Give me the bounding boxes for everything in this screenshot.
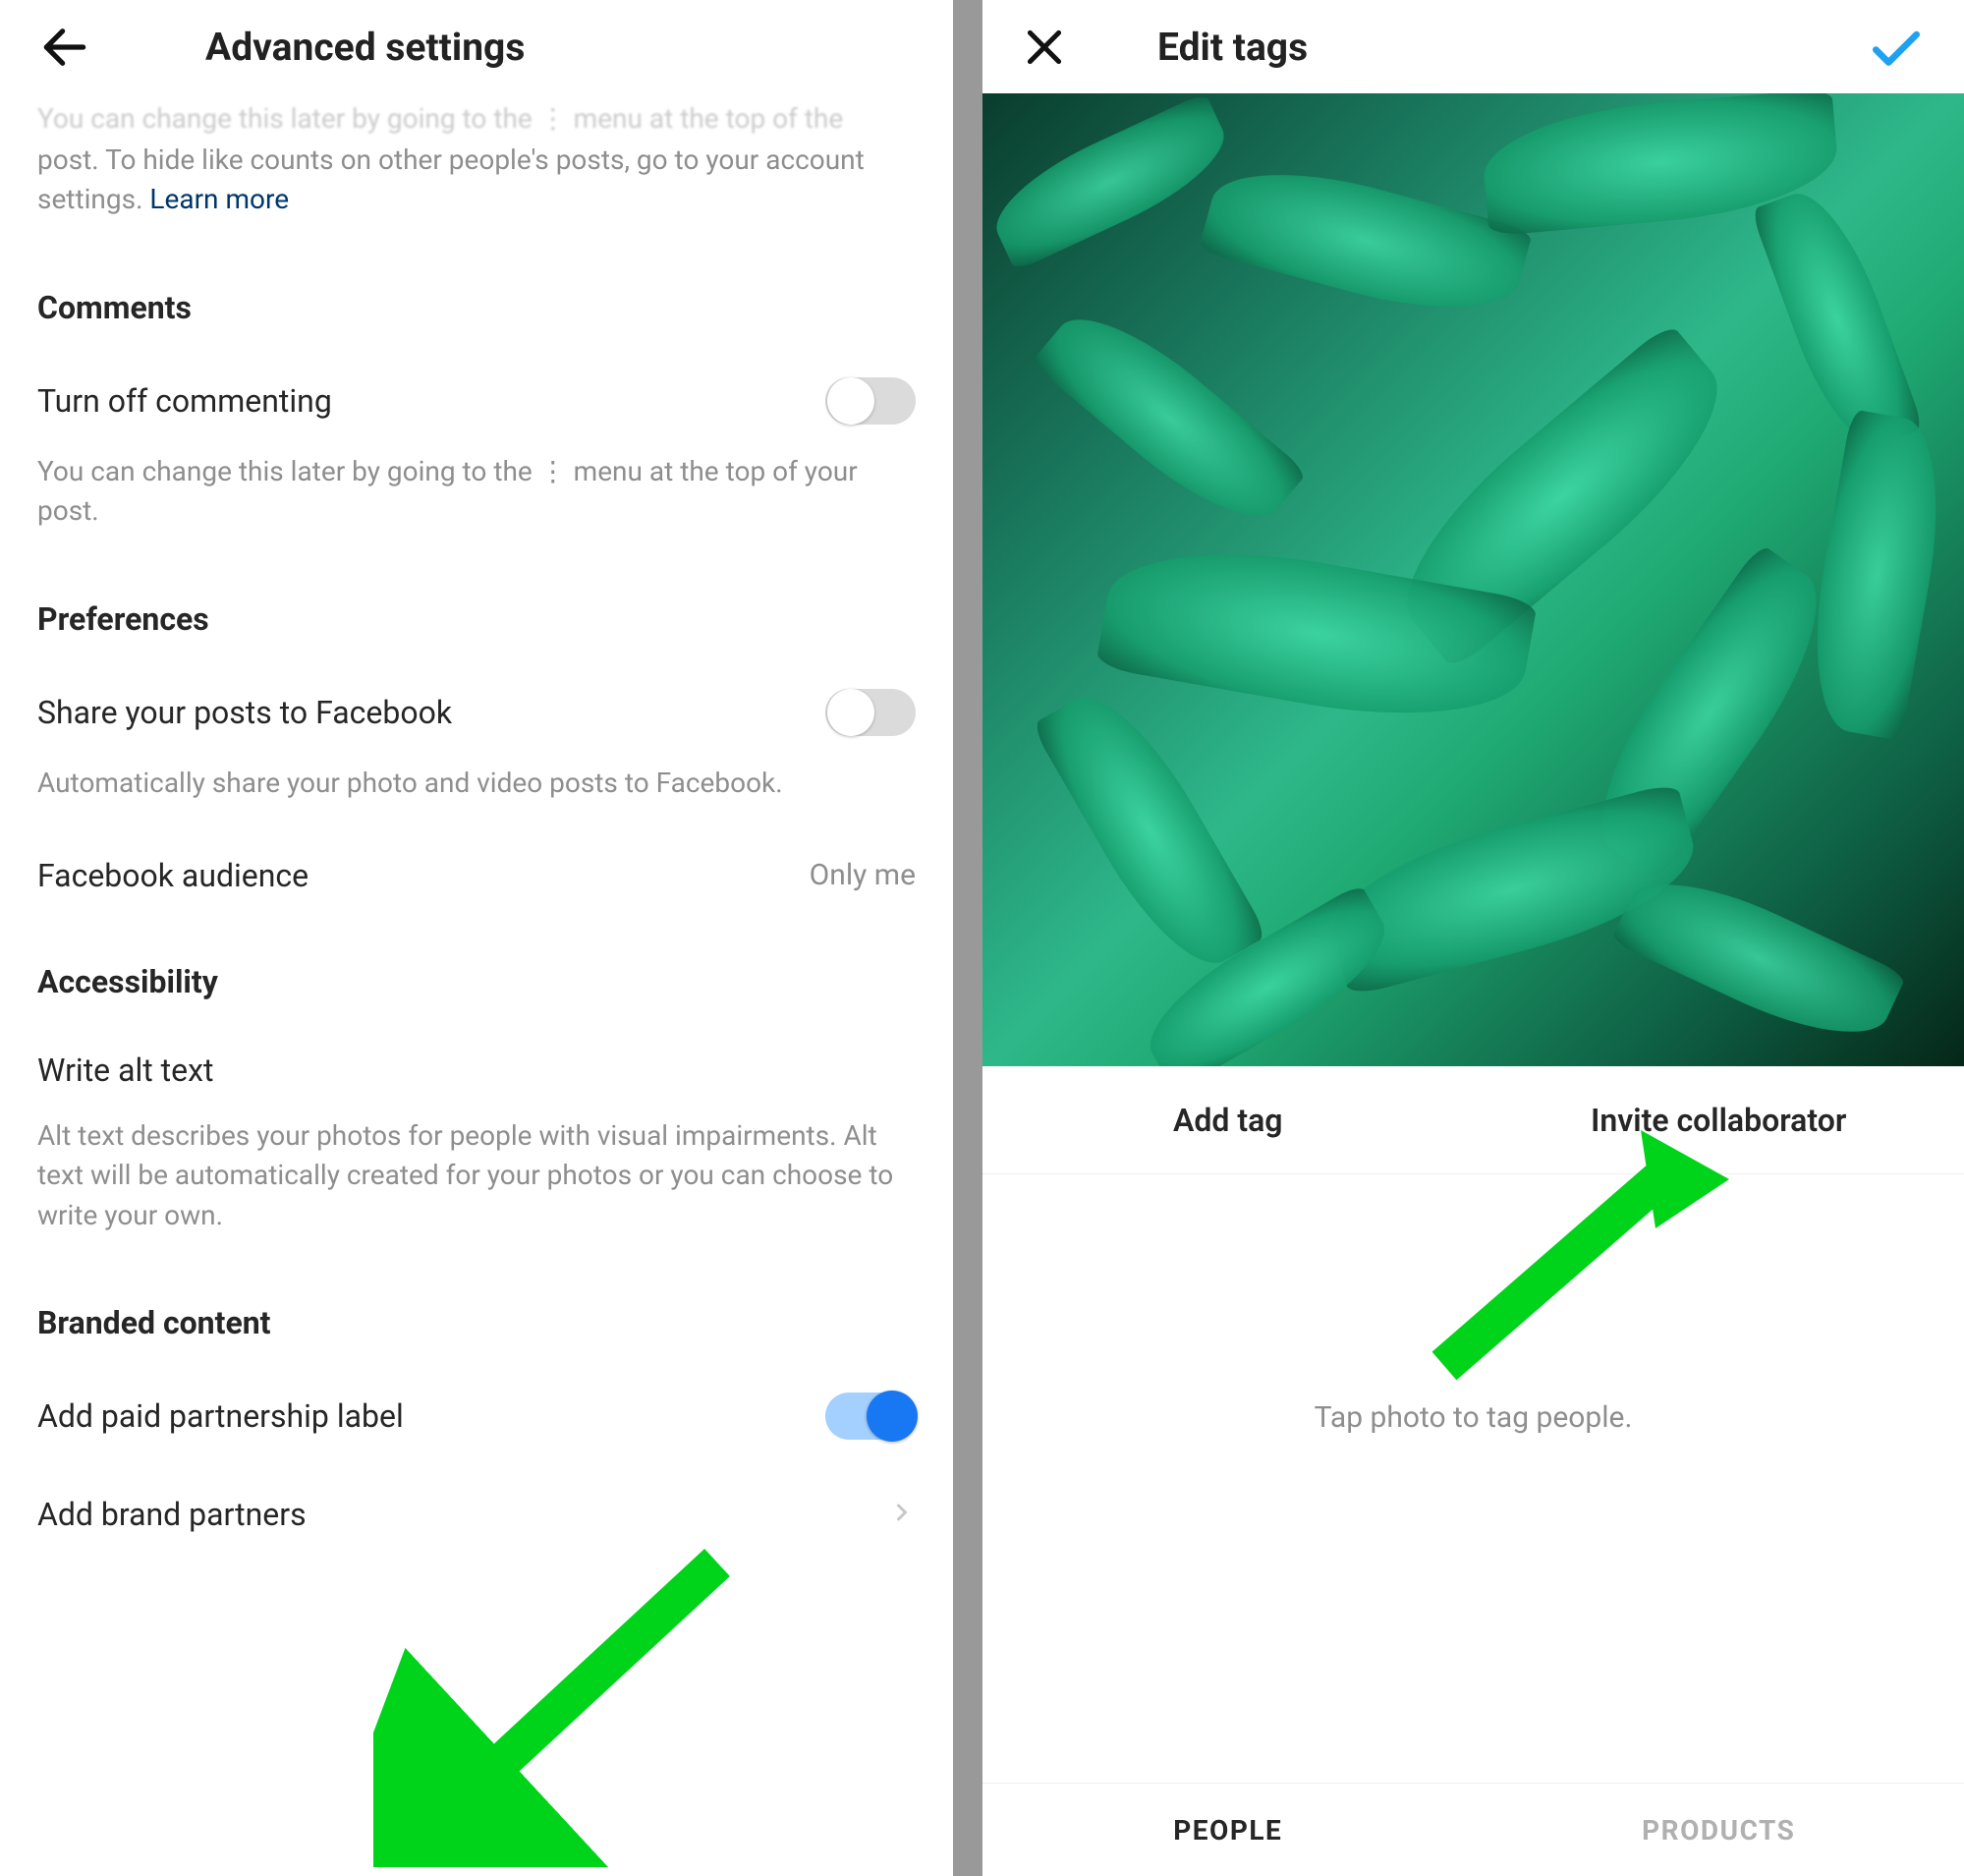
invite-collaborator-button[interactable]: Invite collaborator	[1474, 1066, 1964, 1173]
tab-products[interactable]: PRODUCTS	[1474, 1784, 1964, 1876]
facebook-audience-label: Facebook audience	[37, 857, 309, 894]
turn-off-commenting-row: Turn off commenting	[37, 377, 916, 425]
post-photo[interactable]	[982, 93, 1964, 1066]
section-preferences: Preferences	[37, 600, 916, 638]
add-brand-partners-label: Add brand partners	[37, 1496, 307, 1533]
paid-partnership-label: Add paid partnership label	[37, 1397, 404, 1435]
share-to-facebook-help: Automatically share your photo and video…	[37, 764, 916, 804]
chevron-right-icon	[888, 1491, 916, 1538]
share-to-facebook-toggle[interactable]	[825, 689, 916, 736]
back-button[interactable]	[37, 20, 92, 75]
annotation-arrow-left	[373, 1533, 747, 1867]
tab-people[interactable]: PEOPLE	[982, 1784, 1474, 1876]
turn-off-commenting-toggle[interactable]	[825, 377, 916, 425]
share-to-facebook-row: Share your posts to Facebook	[37, 689, 916, 736]
close-button[interactable]	[1020, 23, 1069, 72]
facebook-audience-row[interactable]: Facebook audience Only me	[37, 857, 916, 894]
commenting-help-text: You can change this later by going to th…	[37, 452, 916, 532]
share-to-facebook-label: Share your posts to Facebook	[37, 694, 452, 731]
section-accessibility: Accessibility	[37, 963, 916, 1000]
paid-partnership-row: Add paid partnership label	[37, 1393, 916, 1440]
add-tag-button[interactable]: Add tag	[982, 1066, 1474, 1173]
edit-tags-panel: Edit tags Add tag Invite collaborator Ta…	[982, 0, 1964, 1876]
header-left: Advanced settings	[0, 0, 953, 93]
page-title-right: Edit tags	[1157, 25, 1308, 70]
page-title-left: Advanced settings	[205, 25, 525, 70]
like-count-help-text: You can change this later by going to th…	[0, 99, 953, 220]
tag-buttons-row: Add tag Invite collaborator	[982, 1066, 1964, 1174]
tap-photo-hint: Tap photo to tag people.	[982, 1400, 1964, 1435]
advanced-settings-panel: Advanced settings You can change this la…	[0, 0, 953, 1876]
learn-more-link[interactable]: Learn more	[149, 183, 289, 215]
write-alt-text-label: Write alt text	[37, 1052, 213, 1089]
section-branded-content: Branded content	[37, 1304, 916, 1341]
section-comments: Comments	[37, 289, 916, 326]
paid-partnership-toggle[interactable]	[825, 1393, 916, 1440]
confirm-button[interactable]	[1866, 17, 1927, 78]
add-brand-partners-row[interactable]: Add brand partners	[37, 1491, 916, 1538]
header-right: Edit tags	[982, 0, 1964, 93]
panel-divider	[953, 0, 982, 1876]
bottom-tabs: PEOPLE PRODUCTS	[982, 1783, 1964, 1876]
alt-text-help: Alt text describes your photos for peopl…	[37, 1116, 916, 1236]
facebook-audience-value: Only me	[810, 858, 916, 892]
turn-off-commenting-label: Turn off commenting	[37, 382, 332, 420]
write-alt-text-row[interactable]: Write alt text	[37, 1052, 916, 1089]
